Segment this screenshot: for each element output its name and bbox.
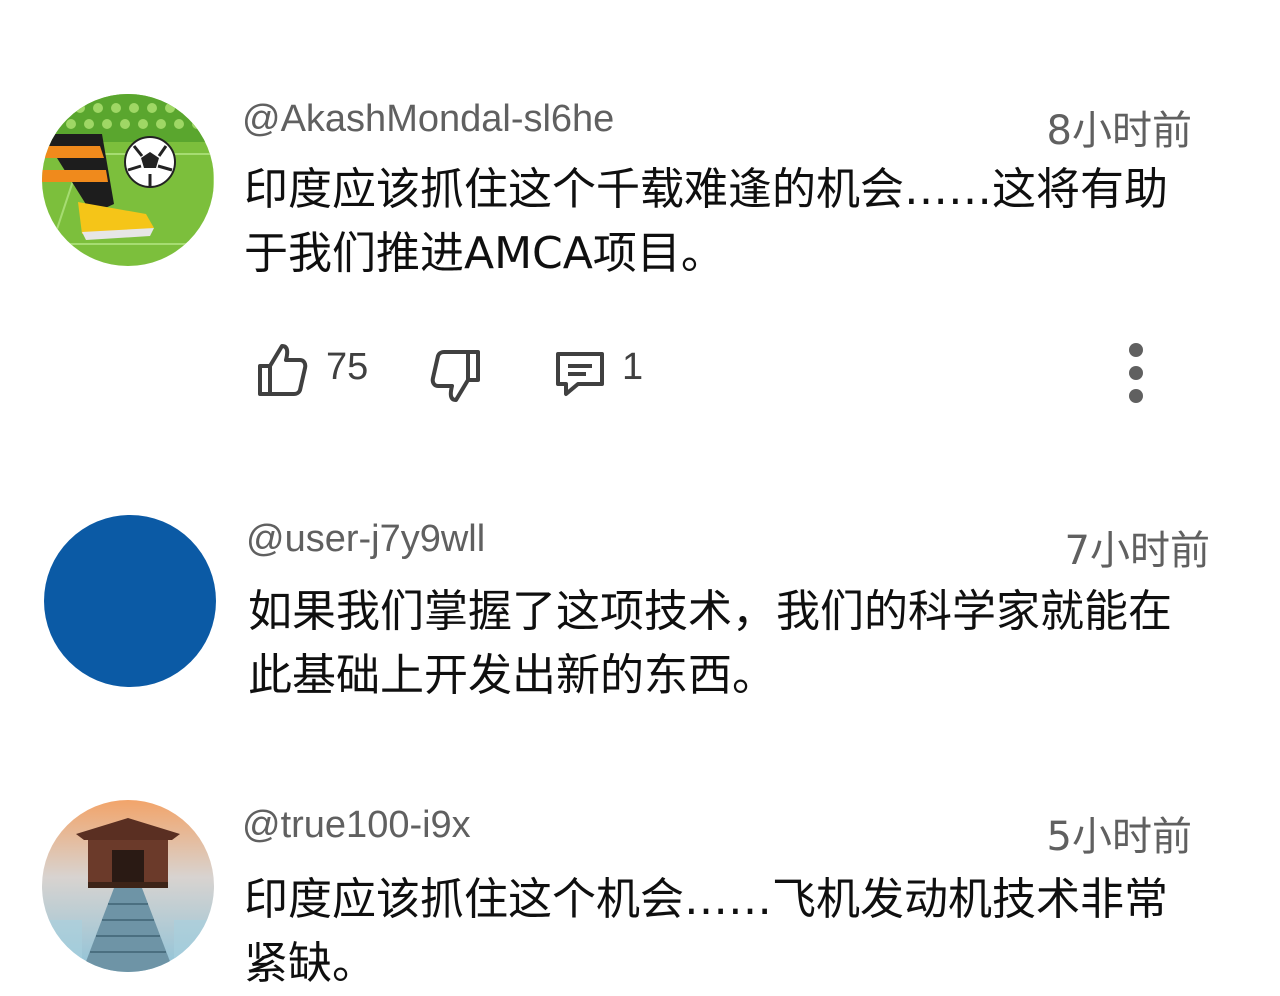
comment-text: 印度应该抓住这个机会……飞机发动机技术非常紧缺。 [244,874,1168,989]
comment-text: 印度应该抓住这个千载难逢的机会……这将有助于我们推进AMCA项目。 [244,164,1168,279]
pier-hut-avatar-icon [42,800,214,972]
thumbs-down-icon[interactable] [428,346,484,410]
comment-timestamp: 5小时前 [1046,814,1192,860]
blue-circle-avatar-icon [44,515,216,687]
comment-timestamp: 8小时前 [1046,108,1192,154]
comment-author[interactable]: @user-j7y9wll [246,518,485,561]
avatar[interactable] [42,800,214,972]
comment-text: 如果我们掌握了这项技术，我们的科学家就能在此基础上开发出新的东西。 [248,586,1172,701]
scroll-fade-overlay [1080,920,1280,996]
reply-count: 1 [622,346,644,388]
soccer-ball-avatar-icon [42,94,214,266]
avatar[interactable] [42,94,214,266]
comment-timestamp: 7小时前 [1064,528,1210,574]
comment-author[interactable]: @AkashMondal-sl6he [242,98,614,141]
like-count: 75 [326,346,369,388]
reply-comment-icon[interactable] [552,346,608,406]
thumbs-up-icon[interactable] [254,340,310,404]
more-options-icon[interactable] [1124,342,1148,408]
comment-actions: 75 1 [254,340,1214,404]
comment-author[interactable]: @true100-i9x [242,804,471,847]
avatar[interactable] [44,515,216,687]
